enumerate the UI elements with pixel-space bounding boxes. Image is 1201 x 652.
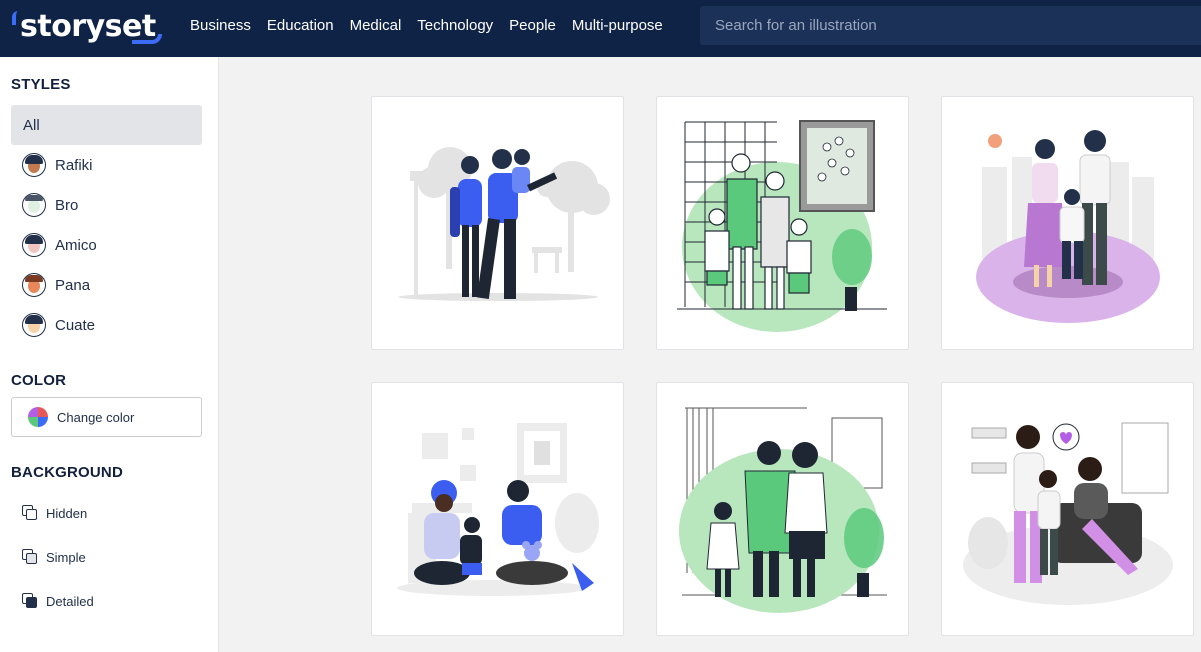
family-living-room-illustration xyxy=(963,422,1173,605)
style-option-amico[interactable]: Amico xyxy=(22,232,97,258)
background-label-detailed: Detailed xyxy=(46,593,94,609)
hidden-background-icon xyxy=(22,505,38,521)
cuate-avatar-icon xyxy=(22,313,46,337)
background-option-simple[interactable]: Simple xyxy=(22,547,86,567)
amico-avatar-icon xyxy=(22,233,46,257)
nav-item-multi-purpose[interactable]: Multi-purpose xyxy=(572,17,663,34)
illustration-card-family-wall[interactable] xyxy=(656,96,909,350)
illustration-card-family-playing[interactable] xyxy=(371,382,624,636)
filter-sidebar: STYLES All Rafiki Bro Amico Pana Cuate C… xyxy=(0,57,219,652)
logo-tick-icon xyxy=(12,11,18,25)
category-nav: Business Education Medical Technology Pe… xyxy=(190,0,679,50)
nav-item-education[interactable]: Education xyxy=(267,17,334,34)
nav-item-business[interactable]: Business xyxy=(190,17,251,34)
family-city-illustration xyxy=(976,130,1160,323)
search-input[interactable] xyxy=(715,17,1175,34)
color-wheel-icon xyxy=(28,407,48,427)
illustration-card-family-park[interactable] xyxy=(371,96,624,350)
pana-avatar-icon xyxy=(22,273,46,297)
style-option-cuate[interactable]: Cuate xyxy=(22,312,95,338)
nav-item-medical[interactable]: Medical xyxy=(350,17,402,34)
style-label-bro: Bro xyxy=(55,196,79,214)
family-traditional-illustration xyxy=(679,407,887,613)
style-label-rafiki: Rafiki xyxy=(55,156,93,174)
style-label-pana: Pana xyxy=(55,276,91,294)
logo-swoosh-icon xyxy=(132,34,162,44)
storyset-logo[interactable]: storyset xyxy=(12,6,162,46)
family-park-illustration xyxy=(398,147,610,301)
illustration-card-family-city[interactable] xyxy=(941,96,1194,350)
color-heading: COLOR xyxy=(11,372,67,389)
styles-heading: STYLES xyxy=(11,76,71,93)
change-color-label: Change color xyxy=(57,409,135,425)
background-label-simple: Simple xyxy=(46,549,86,565)
background-option-detailed[interactable]: Detailed xyxy=(22,591,94,611)
background-option-hidden[interactable]: Hidden xyxy=(22,503,87,523)
style-label-cuate: Cuate xyxy=(55,316,96,334)
illustration-card-family-living-room[interactable] xyxy=(941,382,1194,636)
search-box xyxy=(700,6,1201,45)
illustration-card-family-traditional[interactable] xyxy=(656,382,909,636)
style-option-bro[interactable]: Bro xyxy=(22,192,78,218)
style-label-amico: Amico xyxy=(55,236,97,254)
style-option-all[interactable]: All xyxy=(11,105,202,145)
detailed-background-icon xyxy=(22,593,38,609)
top-navigation-bar: storyset Business Education Medical Tech… xyxy=(0,0,1201,57)
style-label-all: All xyxy=(23,116,40,134)
nav-item-technology[interactable]: Technology xyxy=(417,17,493,34)
simple-background-icon xyxy=(22,549,38,565)
background-heading: BACKGROUND xyxy=(11,464,123,481)
style-option-rafiki[interactable]: Rafiki xyxy=(22,152,93,178)
change-color-button[interactable]: Change color xyxy=(11,397,202,437)
family-playing-illustration xyxy=(397,423,599,596)
bro-avatar-icon xyxy=(22,193,46,217)
nav-item-people[interactable]: People xyxy=(509,17,556,34)
family-wall-illustration xyxy=(677,120,887,332)
rafiki-avatar-icon xyxy=(22,153,46,177)
style-option-pana[interactable]: Pana xyxy=(22,272,90,298)
background-label-hidden: Hidden xyxy=(46,505,88,521)
